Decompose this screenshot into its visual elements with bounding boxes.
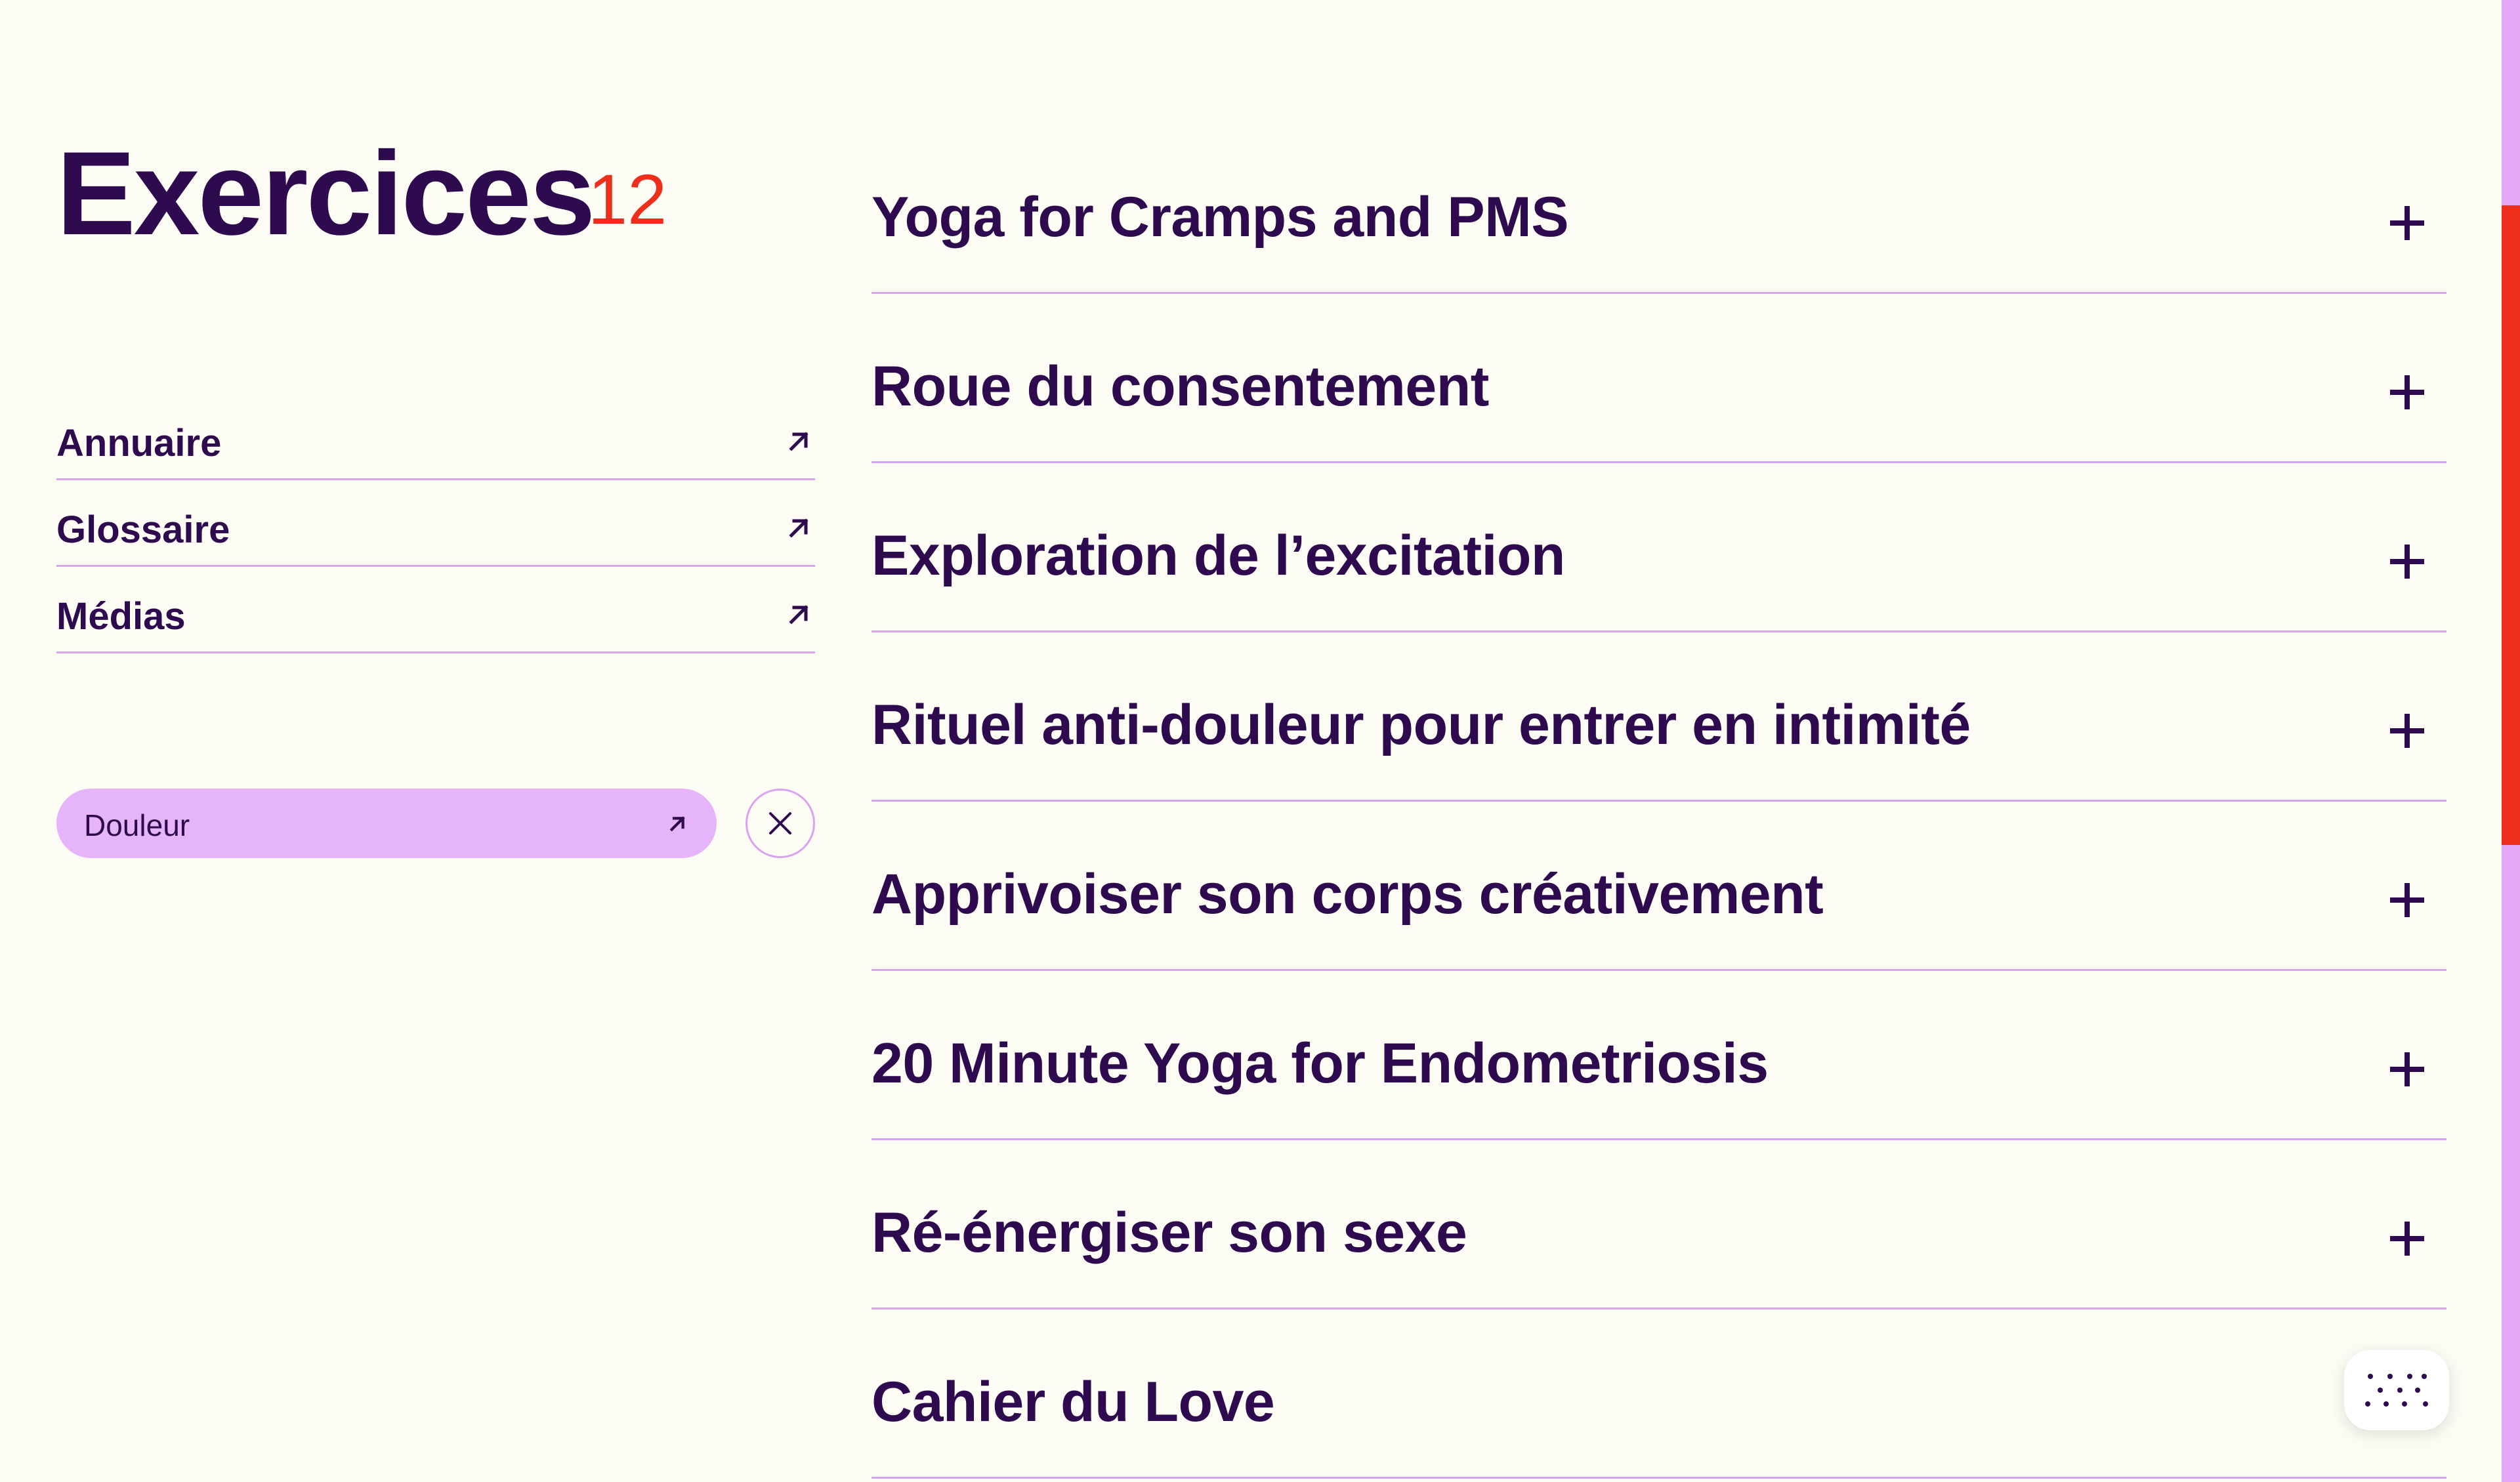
- exercise-count: 12: [588, 159, 667, 239]
- plus-icon[interactable]: [2387, 880, 2427, 920]
- arrow-up-right-icon: [669, 816, 685, 832]
- sidebar-link-glossaire[interactable]: Glossaire: [56, 480, 815, 567]
- sidebar-link-label: Annuaire: [56, 422, 222, 464]
- exercise-item[interactable]: Cahier du Love: [872, 1309, 2446, 1479]
- plus-icon[interactable]: [2387, 373, 2427, 412]
- exercise-item[interactable]: Yoga for Cramps and PMS: [872, 125, 2446, 294]
- plus-icon[interactable]: [2387, 1050, 2427, 1089]
- scrollbar-track[interactable]: [2502, 0, 2520, 1482]
- exercise-title: Yoga for Cramps and PMS: [872, 186, 1569, 249]
- exercise-title: Exploration de l’excitation: [872, 524, 1565, 587]
- exercise-title: 20 Minute Yoga for Endometriosis: [872, 1032, 1769, 1095]
- exercise-title: Rituel anti-douleur pour entrer en intim…: [872, 693, 1971, 756]
- scrollbar-thumb[interactable]: [2502, 205, 2520, 845]
- exercise-title: Ré-énergiser son sexe: [872, 1201, 1467, 1264]
- dots-pattern-icon: [2365, 1374, 2428, 1407]
- filter-chip-label: Douleur: [84, 808, 190, 842]
- sidebar-link-label: Médias: [56, 595, 186, 638]
- exercise-list: Yoga for Cramps and PMS Roue du consente…: [872, 125, 2446, 1479]
- exercise-title: Cahier du Love: [872, 1370, 1275, 1433]
- clear-filter-button[interactable]: [746, 789, 815, 858]
- plus-icon[interactable]: [2387, 711, 2427, 751]
- exercise-title: Roue du consentement: [872, 355, 1489, 418]
- floating-widget-button[interactable]: [2344, 1350, 2449, 1430]
- plus-icon[interactable]: [2387, 203, 2427, 243]
- filter-chip-douleur[interactable]: Douleur: [56, 789, 717, 858]
- exercise-item[interactable]: Rituel anti-douleur pour entrer en intim…: [872, 632, 2446, 802]
- page-title: Exercices: [56, 127, 595, 260]
- exercise-title: Apprivoiser son corps créativement: [872, 863, 1824, 926]
- exercise-item[interactable]: 20 Minute Yoga for Endometriosis: [872, 971, 2446, 1140]
- close-icon: [769, 812, 791, 834]
- exercise-item[interactable]: Exploration de l’excitation: [872, 463, 2446, 632]
- exercise-item[interactable]: Roue du consentement: [872, 294, 2446, 463]
- exercise-item[interactable]: Apprivoiser son corps créativement: [872, 802, 2446, 971]
- sidebar-link-label: Glossaire: [56, 508, 230, 551]
- exercise-item[interactable]: Ré-énergiser son sexe: [872, 1140, 2446, 1309]
- plus-icon[interactable]: [2387, 542, 2427, 581]
- sidebar-link-medias[interactable]: Médias: [56, 567, 815, 653]
- sidebar-link-annuaire[interactable]: Annuaire: [56, 394, 815, 480]
- arrow-up-right-icon: [789, 432, 808, 451]
- arrow-up-right-icon: [789, 605, 808, 625]
- arrow-up-right-icon: [789, 518, 808, 538]
- sidebar-links: Annuaire Glossaire Médias: [56, 394, 815, 653]
- plus-icon[interactable]: [2387, 1219, 2427, 1258]
